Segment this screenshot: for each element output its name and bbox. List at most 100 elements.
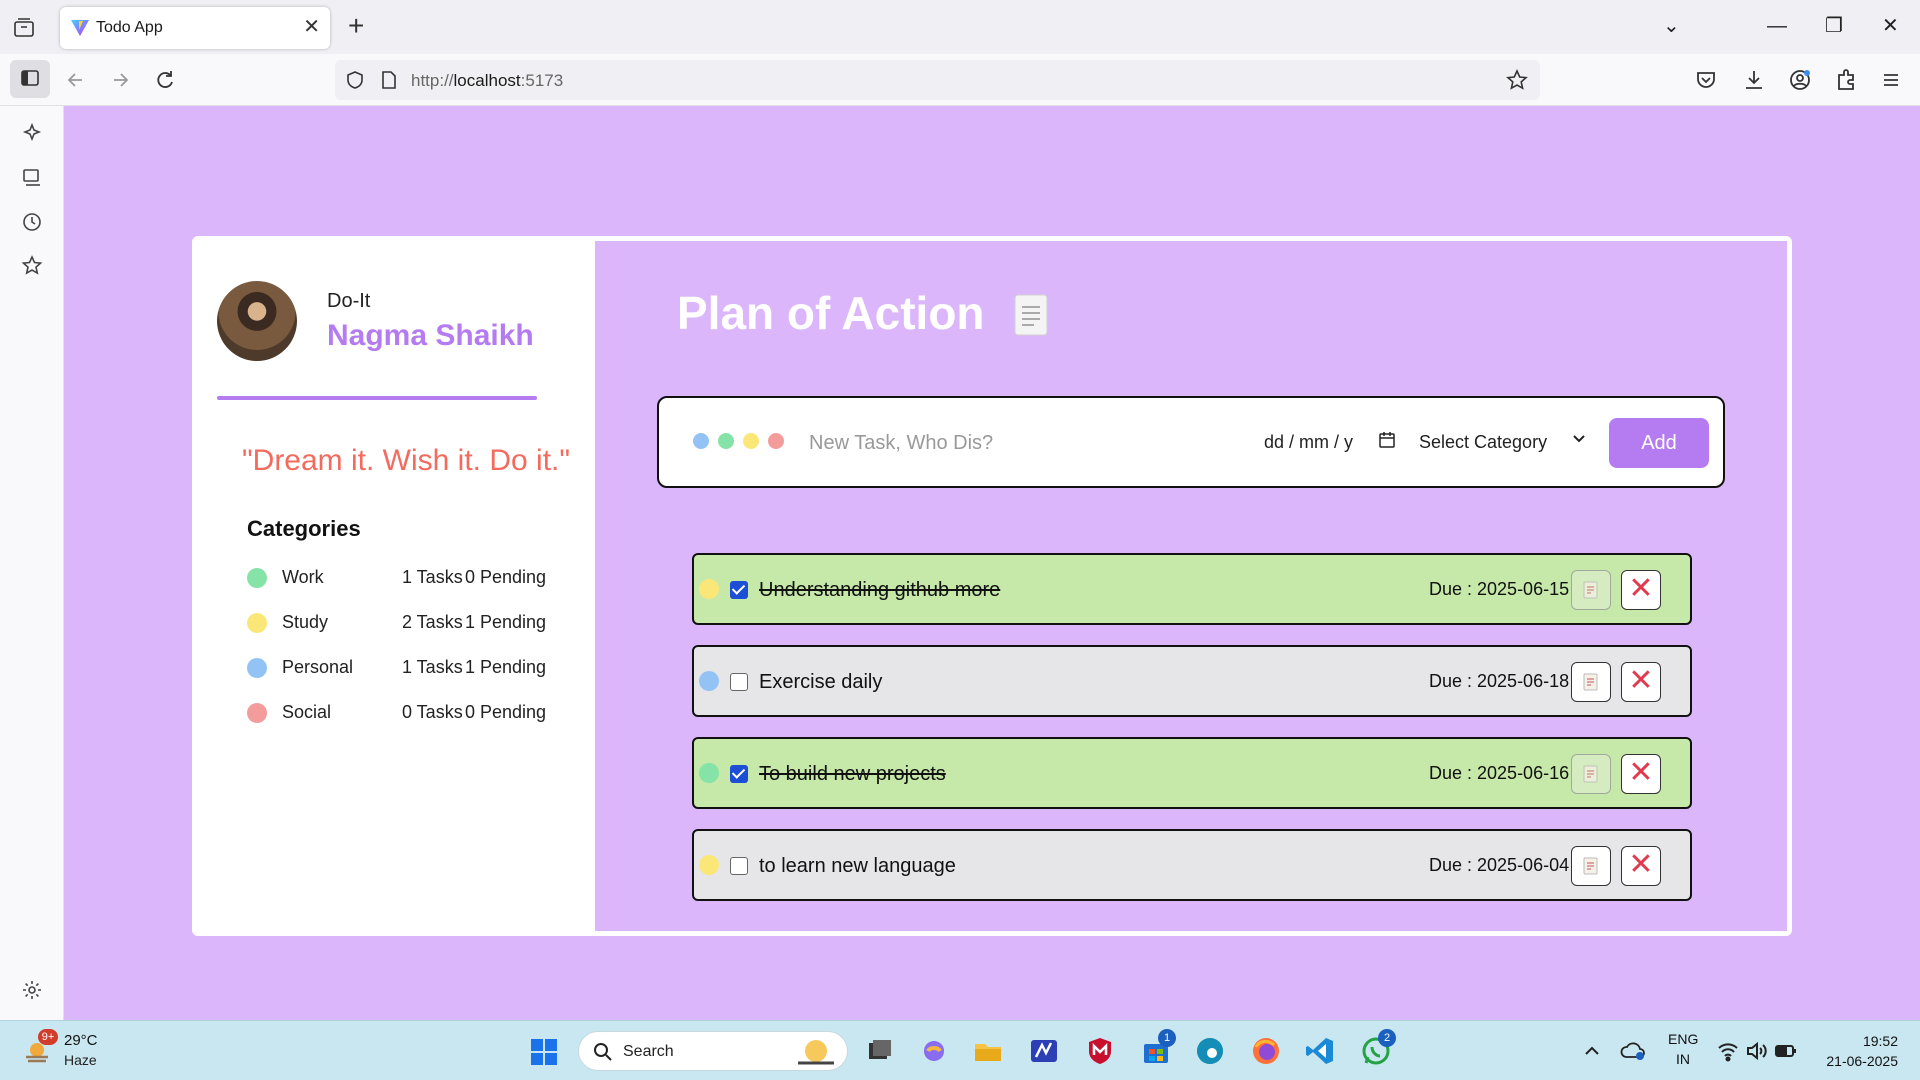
task-checkbox[interactable]: [730, 673, 748, 691]
close-window-button[interactable]: ✕: [1882, 12, 1899, 40]
edit-task-button[interactable]: [1571, 846, 1611, 886]
category-color-dot: [247, 658, 267, 678]
extensions-icon[interactable]: [1832, 66, 1860, 94]
task-checkbox[interactable]: [730, 857, 748, 875]
reload-icon[interactable]: [151, 66, 179, 94]
weather-description[interactable]: Haze: [64, 1052, 97, 1068]
restore-button[interactable]: ❐: [1825, 12, 1843, 40]
store-badge: 1: [1158, 1029, 1176, 1047]
new-task-input[interactable]: [809, 426, 1229, 460]
sidebar-icon: [21, 70, 39, 86]
category-task-count: 0 Tasks: [402, 702, 463, 722]
delete-task-button[interactable]: ✕: [1621, 846, 1661, 886]
tab-close-button[interactable]: ✕: [303, 16, 320, 38]
category-dot-work[interactable]: [718, 433, 734, 449]
app-brand: Do-It: [327, 290, 371, 312]
clock-time: 19:52: [1862, 1033, 1898, 1049]
bookmarks-star-icon[interactable]: [20, 254, 44, 278]
weather-temperature[interactable]: 29°C: [64, 1032, 98, 1049]
synced-tabs-icon[interactable]: [20, 166, 44, 190]
minimize-button[interactable]: —: [1767, 12, 1787, 40]
edit-task-button[interactable]: [1571, 662, 1611, 702]
todo-app-card: Do-It Nagma Shaikh "Dream it. Wish it. D…: [192, 236, 1792, 936]
edit-task-button[interactable]: [1571, 570, 1611, 610]
vite-logo-icon: [71, 20, 89, 36]
task-title: Exercise daily: [759, 671, 883, 693]
copilot-icon[interactable]: [918, 1035, 950, 1067]
task-title: To build new projects: [759, 763, 946, 785]
category-dot-study[interactable]: [743, 433, 759, 449]
browser-tab-bar: Todo App ✕ + ⌄ — ❐ ✕: [0, 0, 1920, 54]
chevron-down-icon[interactable]: [1572, 432, 1586, 446]
due-date-field[interactable]: dd / mm / y: [1264, 432, 1353, 453]
volume-icon[interactable]: [1744, 1039, 1768, 1063]
sidebar-toggle-button[interactable]: [10, 60, 50, 98]
edge-browser-icon[interactable]: [1194, 1035, 1226, 1067]
edit-note-icon: [1583, 581, 1598, 599]
language-top[interactable]: ENG: [1668, 1031, 1698, 1047]
taskbar-search[interactable]: Search: [578, 1031, 848, 1071]
task-checkbox[interactable]: [730, 765, 748, 783]
menu-icon[interactable]: [1877, 66, 1905, 94]
category-row-personal[interactable]: Personal 1 Tasks 1 Pending: [247, 653, 557, 683]
account-icon[interactable]: [1786, 66, 1814, 94]
firefox-icon[interactable]: [1250, 1035, 1282, 1067]
category-row-work[interactable]: Work 1 Tasks 0 Pending: [247, 563, 557, 593]
delete-task-button[interactable]: ✕: [1621, 754, 1661, 794]
pocket-icon[interactable]: [1692, 66, 1720, 94]
profile-divider: [217, 396, 537, 400]
url-bar[interactable]: http://localhost:5173: [335, 60, 1540, 100]
bookmark-star-icon[interactable]: [1506, 69, 1528, 91]
mcafee-shield-icon[interactable]: [1084, 1035, 1116, 1067]
taskbar-clock[interactable]: 19:52 21-06-2025: [1826, 1031, 1898, 1071]
delete-task-button[interactable]: ✕: [1621, 662, 1661, 702]
task-title: Understanding github more: [759, 579, 1001, 601]
add-task-button[interactable]: Add: [1609, 418, 1709, 468]
back-arrow-icon[interactable]: [62, 66, 90, 94]
page-title: Plan of Action: [677, 287, 985, 339]
task-category-dot: [699, 763, 719, 783]
ai-sparkle-icon[interactable]: [20, 122, 44, 146]
category-pending-count: 0 Pending: [465, 567, 547, 587]
delete-task-button[interactable]: ✕: [1621, 570, 1661, 610]
clock-date: 21-06-2025: [1826, 1053, 1898, 1069]
sidebar-settings-gear-icon[interactable]: [20, 978, 44, 1002]
tab-overflow-chevron-icon[interactable]: ⌄: [1663, 12, 1680, 40]
tab-todo-app[interactable]: Todo App ✕: [60, 7, 330, 49]
new-tab-button[interactable]: +: [348, 12, 364, 40]
onedrive-cloud-icon[interactable]: [1620, 1039, 1646, 1063]
task-checkbox[interactable]: [730, 581, 748, 599]
category-row-social[interactable]: Social 0 Tasks 0 Pending: [247, 698, 557, 728]
chevron-up-icon[interactable]: [1580, 1039, 1604, 1063]
url-host: localhost: [453, 71, 521, 90]
task-category-dot: [699, 671, 719, 691]
category-color-dot: [247, 703, 267, 723]
category-select[interactable]: Select Category: [1419, 432, 1547, 453]
edit-note-icon: [1583, 765, 1598, 783]
task-due-date: Due : 2025-06-18: [1429, 671, 1570, 691]
history-clock-icon[interactable]: [20, 210, 44, 234]
task-view-icon[interactable]: [864, 1035, 896, 1067]
category-row-study[interactable]: Study 2 Tasks 1 Pending: [247, 608, 557, 638]
windows-start-icon[interactable]: [530, 1038, 558, 1066]
downloads-icon[interactable]: [1740, 66, 1768, 94]
browser-nav-bar: http://localhost:5173: [0, 54, 1920, 106]
wifi-icon[interactable]: [1716, 1039, 1740, 1063]
editor-app-icon[interactable]: [1028, 1035, 1060, 1067]
shield-icon[interactable]: [345, 70, 365, 90]
file-explorer-icon[interactable]: [972, 1035, 1004, 1067]
category-dot-social[interactable]: [768, 433, 784, 449]
vscode-icon[interactable]: [1304, 1035, 1336, 1067]
url-text[interactable]: http://localhost:5173: [411, 71, 563, 91]
calendar-icon[interactable]: [1378, 431, 1396, 449]
forward-arrow-icon[interactable]: [106, 66, 134, 94]
language-bottom[interactable]: IN: [1676, 1051, 1690, 1067]
tab-list-icon[interactable]: [12, 16, 36, 40]
edit-note-icon: [1583, 673, 1598, 691]
search-icon: [594, 1043, 612, 1061]
category-name: Study: [282, 612, 329, 632]
battery-icon[interactable]: [1774, 1039, 1798, 1063]
category-dot-personal[interactable]: [693, 433, 709, 449]
tab-title: Todo App: [96, 19, 163, 36]
edit-task-button[interactable]: [1571, 754, 1611, 794]
